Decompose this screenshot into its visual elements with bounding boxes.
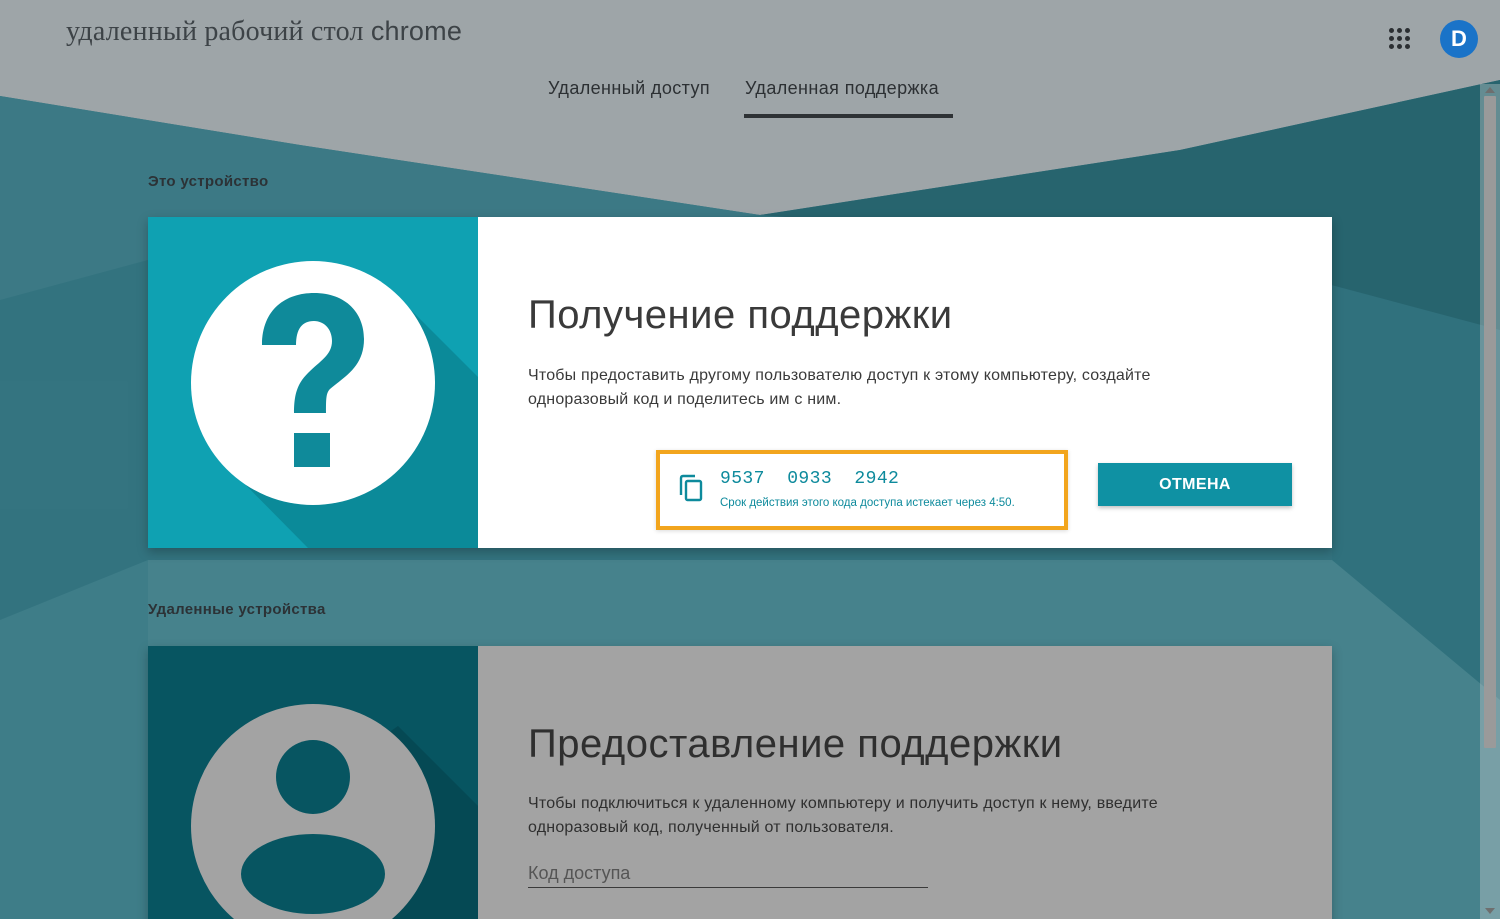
app-title-text: удаленный рабочий стол <box>66 16 371 47</box>
give-support-card: Предоставление поддержки Чтобы подключит… <box>148 646 1332 919</box>
get-support-side <box>148 217 478 548</box>
access-code-expiry: Срок действия этого кода доступа истекае… <box>720 497 1015 509</box>
scrollbar-thumb[interactable] <box>1484 96 1496 748</box>
get-support-card: Получение поддержки Чтобы предоставить д… <box>148 217 1332 548</box>
person-icon <box>148 646 478 919</box>
cancel-button[interactable]: ОТМЕНА <box>1098 463 1292 506</box>
apps-grid-dot <box>1405 44 1410 49</box>
apps-grid-dot <box>1389 36 1394 41</box>
app-title: удаленный рабочий стол chrome <box>66 16 462 48</box>
give-support-side <box>148 646 478 919</box>
tab-remote-support[interactable]: Удаленная поддержка <box>745 78 939 99</box>
scroll-down-arrow-icon[interactable] <box>1484 906 1496 916</box>
apps-grid-dot <box>1389 44 1394 49</box>
apps-grid-dot <box>1397 36 1402 41</box>
apps-grid-icon[interactable] <box>1389 28 1411 50</box>
this-device-section-label: Это устройство <box>148 173 269 190</box>
get-support-title: Получение поддержки <box>528 293 953 337</box>
tab-remote-access[interactable]: Удаленный доступ <box>548 78 710 99</box>
active-tab-indicator <box>744 114 953 118</box>
help-question-icon <box>148 217 478 548</box>
remote-devices-section-label: Удаленные устройства <box>148 601 326 618</box>
access-code-value: 9537 0933 2942 <box>720 469 900 489</box>
account-avatar[interactable]: D <box>1440 20 1478 58</box>
app-title-brand: chrome <box>370 16 463 46</box>
apps-grid-dot <box>1389 28 1394 33</box>
apps-grid-dot <box>1405 36 1410 41</box>
access-code-box: 9537 0933 2942 Срок действия этого кода … <box>656 450 1068 530</box>
give-support-description: Чтобы подключиться к удаленному компьюте… <box>528 795 1158 836</box>
apps-grid-dot <box>1397 28 1402 33</box>
apps-grid-dot <box>1397 44 1402 49</box>
copy-icon[interactable] <box>678 474 704 502</box>
get-support-description: Чтобы предоставить другому пользователю … <box>528 367 1151 408</box>
access-code-input[interactable] <box>528 859 928 888</box>
remote-desktop-page: удаленный рабочий стол chrome D Удаленны… <box>0 0 1500 919</box>
apps-grid-dot <box>1405 28 1410 33</box>
scroll-up-arrow-icon[interactable] <box>1484 85 1496 95</box>
give-support-title: Предоставление поддержки <box>528 722 1063 766</box>
